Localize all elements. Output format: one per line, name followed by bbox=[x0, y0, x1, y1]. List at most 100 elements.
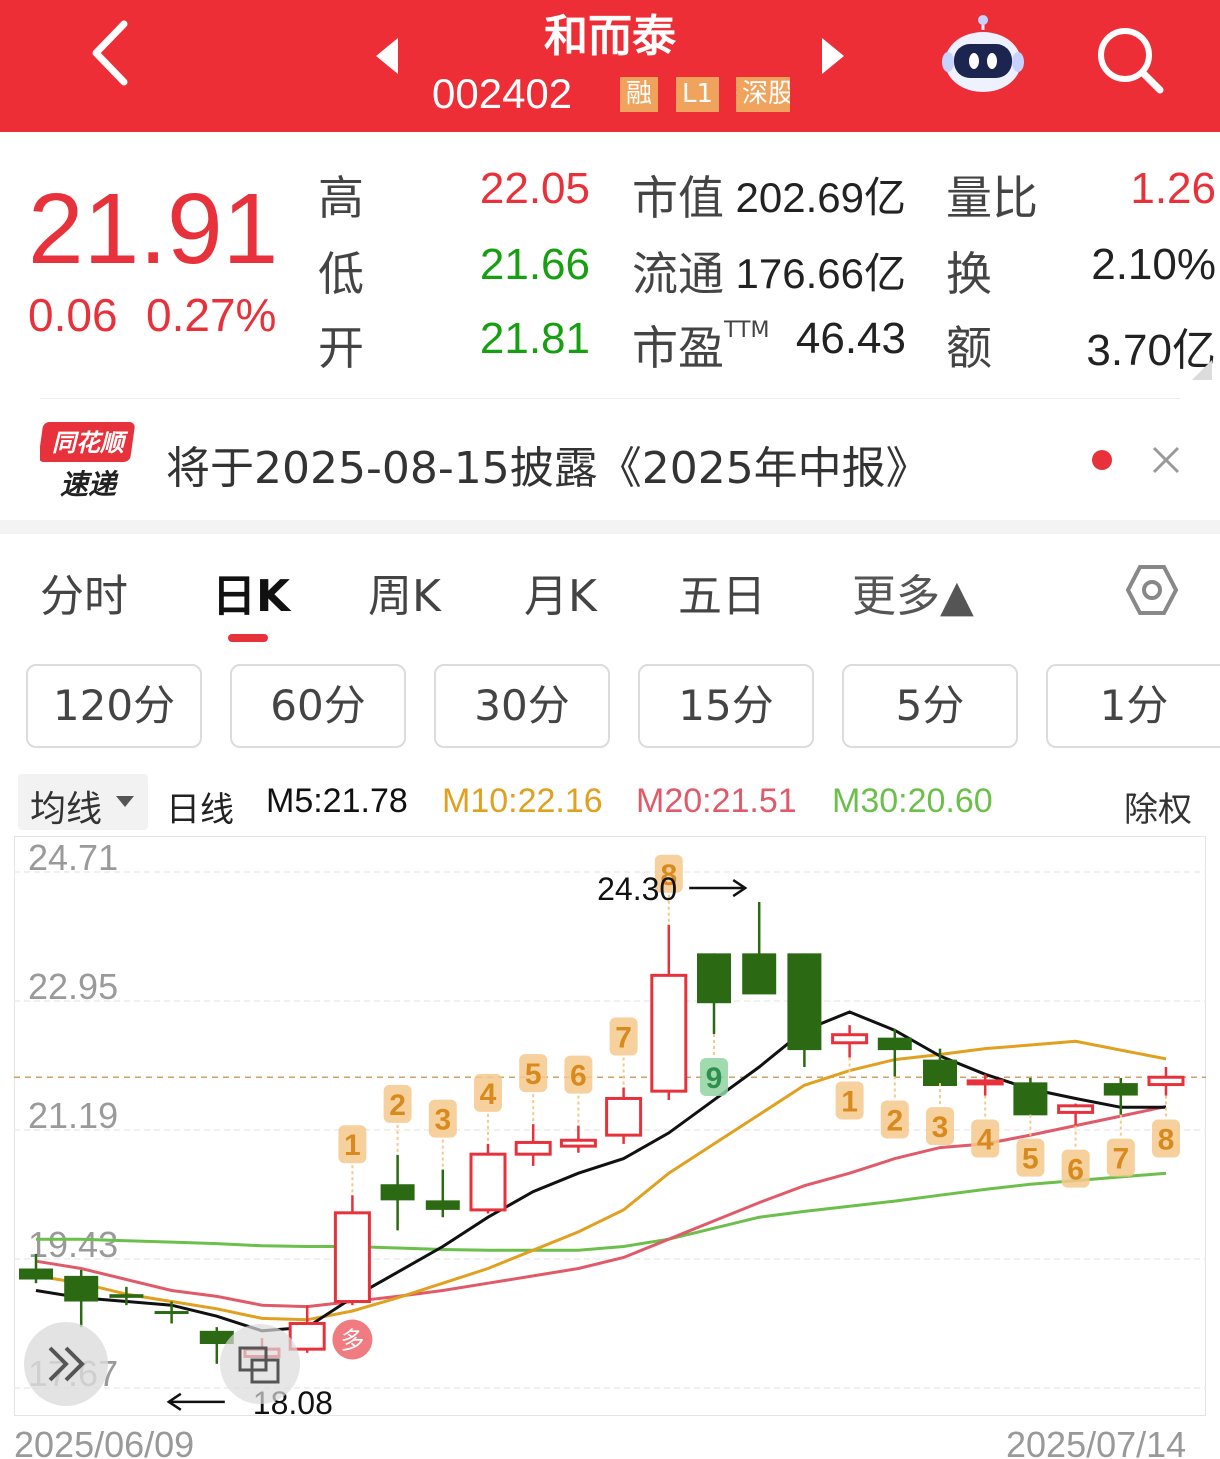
sequence-marker-label: 5 bbox=[1022, 1143, 1039, 1176]
search-icon[interactable] bbox=[1092, 22, 1166, 96]
candle-body-up bbox=[469, 1152, 507, 1212]
sequence-marker-label: 7 bbox=[1112, 1143, 1129, 1176]
candle-body-down bbox=[380, 1184, 415, 1201]
last-price: 21.91 bbox=[28, 173, 279, 285]
candle-body-down bbox=[787, 953, 822, 1051]
signal-badge-label: 多 bbox=[340, 1327, 364, 1355]
mktcap-label: 市值 bbox=[632, 171, 724, 225]
candle-body-down bbox=[877, 1037, 912, 1051]
mktcap-value: 202.69亿 bbox=[735, 174, 906, 221]
sequence-marker-label: 2 bbox=[886, 1104, 903, 1137]
candle-body-up bbox=[1147, 1075, 1185, 1087]
candle-body-up bbox=[1057, 1104, 1095, 1114]
sequence-marker-label: 4 bbox=[480, 1078, 497, 1111]
amount-label: 额 bbox=[946, 321, 992, 375]
tag-level: L1 bbox=[676, 77, 720, 112]
pe-value: 46.43 bbox=[795, 314, 906, 363]
candle-body-down bbox=[697, 953, 731, 1004]
sequence-marker-label: 4 bbox=[977, 1124, 994, 1157]
next-stock-icon[interactable] bbox=[818, 36, 848, 76]
tag-margin: 融 bbox=[620, 77, 659, 112]
period-30min-button[interactable]: 30分 bbox=[434, 664, 610, 748]
period-5min-button[interactable]: 5分 bbox=[842, 664, 1018, 748]
period-1min-button[interactable]: 1分 bbox=[1046, 664, 1220, 748]
close-icon[interactable] bbox=[1150, 444, 1182, 476]
candle-body-down bbox=[1103, 1083, 1138, 1096]
sequence-marker-label: 6 bbox=[1067, 1154, 1084, 1187]
compare-overlay-button bbox=[220, 1324, 300, 1404]
high-value: 22.05 bbox=[479, 164, 590, 213]
period-15min-button[interactable]: 15分 bbox=[638, 664, 814, 748]
expand-corner-icon[interactable] bbox=[1192, 360, 1212, 380]
tag-connect: 深股 bbox=[736, 77, 790, 112]
sequence-marker-label: 1 bbox=[841, 1085, 858, 1118]
ma10-legend: M10:22.16 bbox=[442, 782, 603, 820]
candle-body-up bbox=[333, 1211, 371, 1304]
candle-body-up bbox=[966, 1079, 1004, 1086]
high-label: 高 bbox=[318, 171, 364, 225]
candle-body-down bbox=[154, 1311, 189, 1315]
sequence-marker-label: 3 bbox=[932, 1111, 949, 1144]
stock-code: 002402 bbox=[432, 70, 573, 117]
kline-kind-label: 日线 bbox=[166, 790, 234, 830]
candle-body-down bbox=[425, 1200, 460, 1210]
ma5-legend: M5:21.78 bbox=[266, 782, 408, 820]
stock-header: 和而泰 002402 融 L1 深股 bbox=[0, 0, 1220, 132]
sequence-marker-label: 1 bbox=[344, 1129, 361, 1162]
low-label: 低 bbox=[318, 247, 364, 301]
price-change-pct: 0.27% bbox=[146, 289, 277, 341]
candle-body-up bbox=[650, 973, 688, 1093]
ma30-legend: M30:20.60 bbox=[832, 782, 993, 820]
open-label: 开 bbox=[318, 321, 364, 375]
open-value: 21.81 bbox=[479, 314, 590, 363]
candle-body-up bbox=[514, 1140, 552, 1156]
ai-assistant-icon[interactable] bbox=[940, 14, 1026, 94]
tab-more[interactable]: 更多▲ bbox=[852, 560, 974, 624]
active-tab-indicator bbox=[228, 634, 268, 642]
adjust-toggle[interactable]: 除权 bbox=[1124, 782, 1192, 831]
candle-body-up bbox=[559, 1138, 597, 1148]
prev-stock-icon[interactable] bbox=[372, 36, 402, 76]
low-value: 21.66 bbox=[479, 240, 590, 289]
ths-express-logo: 同花顺 速递 bbox=[40, 422, 135, 500]
max-price-label: 24.30 bbox=[597, 871, 677, 907]
candle-body-up bbox=[831, 1033, 869, 1045]
sequence-marker-label: 6 bbox=[570, 1060, 587, 1093]
pe-label: 市盈TTM bbox=[632, 318, 770, 375]
tab-intraday[interactable]: 分时 bbox=[40, 560, 128, 624]
y-tick-label: 19.43 bbox=[28, 1224, 118, 1265]
dropdown-caret-icon bbox=[116, 796, 134, 807]
back-arrow-icon[interactable] bbox=[84, 18, 144, 88]
ma20-legend: M20:21.51 bbox=[636, 782, 797, 820]
stock-name: 和而泰 bbox=[544, 11, 676, 62]
notice-text[interactable]: 将于2025-08-15披露《2025年中报》 bbox=[166, 432, 930, 496]
turnover-value: 2.10% bbox=[1091, 240, 1216, 289]
float-value: 176.66亿 bbox=[735, 250, 906, 297]
x-axis-start-date: 2025/06/09 bbox=[14, 1424, 195, 1459]
candle-body-up bbox=[605, 1096, 643, 1137]
y-tick-label: 24.71 bbox=[28, 837, 118, 878]
section-gap bbox=[0, 520, 1220, 534]
candle-body-down bbox=[1013, 1082, 1048, 1116]
tab-monthly-k[interactable]: 月K bbox=[524, 560, 597, 624]
kline-chart[interactable]: 24.7122.9521.1919.4317.67123456789123456… bbox=[14, 836, 1206, 1416]
price-change: 0.06 bbox=[28, 289, 118, 341]
candle-body-down bbox=[109, 1294, 144, 1298]
tab-weekly-k[interactable]: 周K bbox=[368, 560, 441, 624]
tab-daily-k[interactable]: 日K bbox=[212, 560, 290, 624]
divider bbox=[40, 398, 1180, 399]
x-axis-end-date: 2025/07/14 bbox=[1006, 1424, 1187, 1459]
sequence-marker-label: 5 bbox=[525, 1058, 542, 1091]
period-60min-button[interactable]: 60分 bbox=[230, 664, 406, 748]
settings-icon[interactable] bbox=[1124, 562, 1180, 618]
vol-ratio-label: 量比 bbox=[946, 171, 1038, 225]
turnover-label: 换 bbox=[946, 247, 992, 301]
tab-five-day[interactable]: 五日 bbox=[678, 560, 766, 624]
sequence-marker-label: 7 bbox=[615, 1021, 632, 1054]
period-120min-button[interactable]: 120分 bbox=[26, 664, 202, 748]
logo-bottom-text: 速递 bbox=[60, 468, 119, 500]
y-tick-label: 22.95 bbox=[28, 966, 118, 1007]
logo-top-text: 同花顺 bbox=[52, 429, 129, 457]
unread-dot bbox=[1092, 450, 1112, 470]
vol-ratio-value: 1.26 bbox=[1130, 164, 1216, 213]
